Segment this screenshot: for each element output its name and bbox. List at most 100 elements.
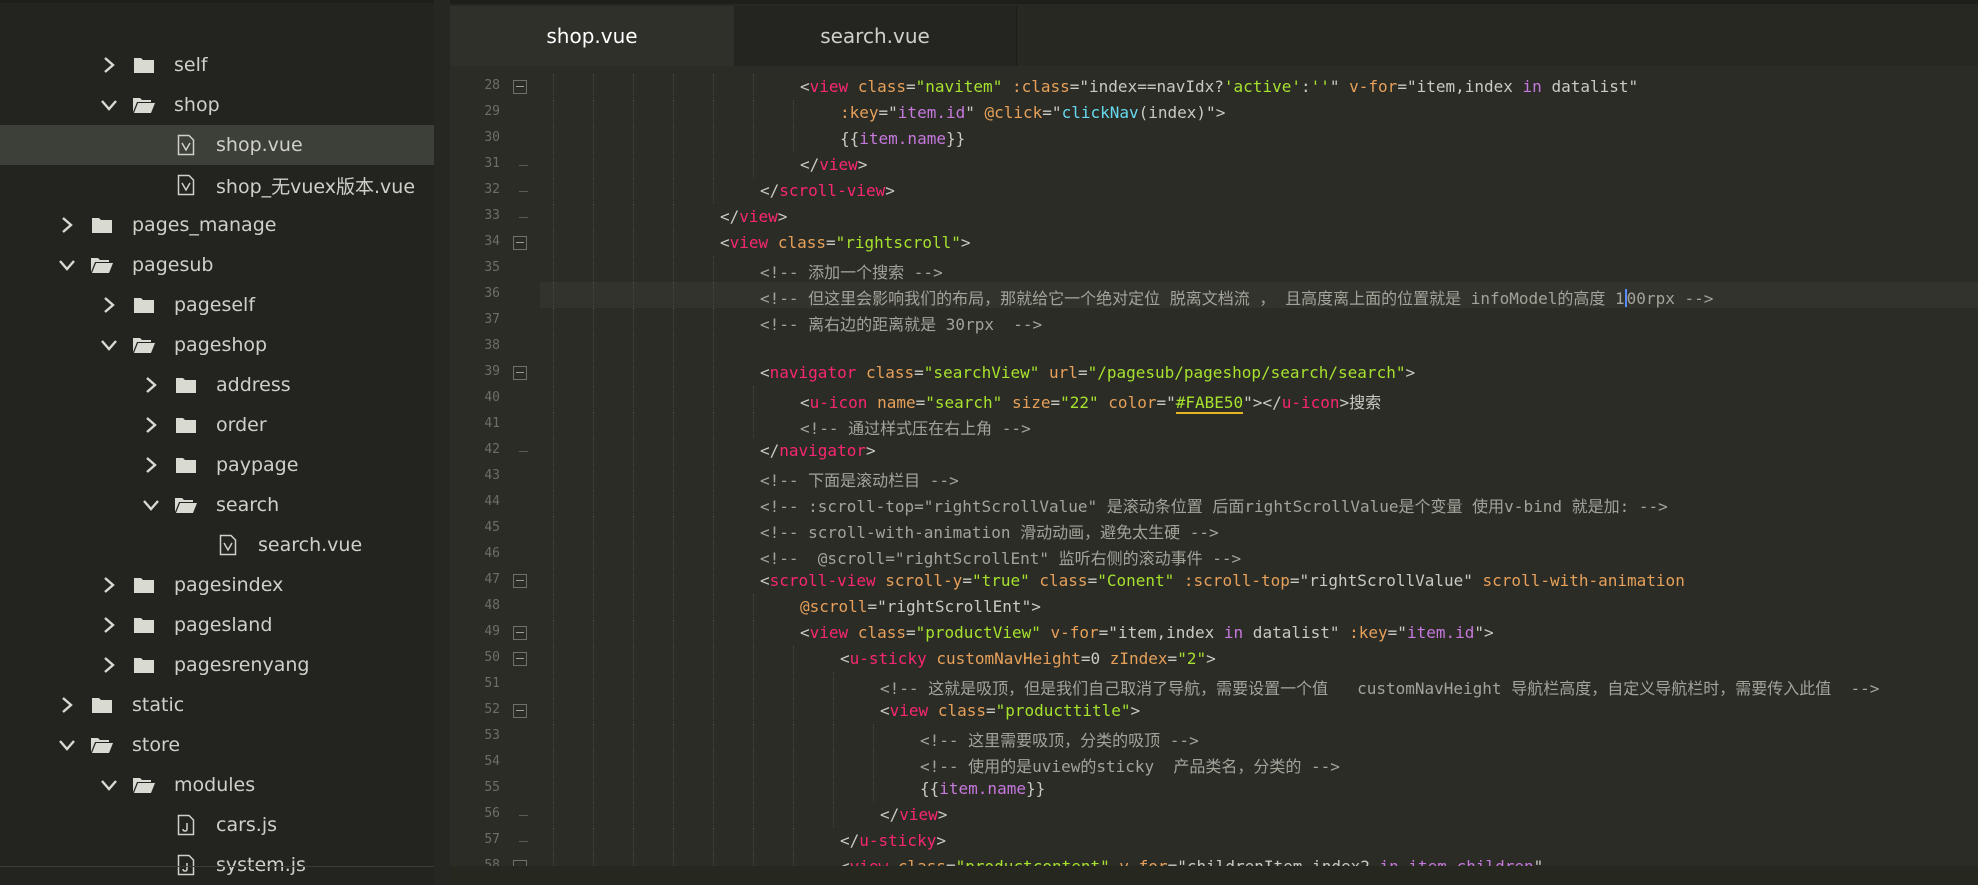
code-line[interactable]: 41 <!-- 通过样式压在右上角 -->	[450, 412, 1978, 438]
chevron-down-icon[interactable]	[140, 494, 162, 516]
code-editor: shop.vue search.vue 28 <view class="navit…	[450, 0, 1978, 885]
line-number: 42	[484, 442, 500, 457]
fold-toggle-icon[interactable]	[513, 704, 527, 718]
horizontal-scrollbar[interactable]	[450, 866, 1978, 885]
folder-item-pageshop[interactable]: pageshop	[0, 325, 450, 365]
tab-search-vue[interactable]: search.vue	[734, 6, 1017, 66]
code-line[interactable]: 37 <!-- 离右边的距离就是 30rpx -->	[450, 308, 1978, 334]
code-line[interactable]: 35 <!-- 添加一个搜索 -->	[450, 256, 1978, 282]
chevron-down-icon[interactable]	[56, 254, 78, 276]
code-token: "productView"	[915, 623, 1041, 642]
code-token: <!-- 下面是滚动栏目 -->	[760, 471, 959, 490]
code-text: <view class="navitem" :class="index==nav…	[800, 77, 1638, 96]
code-line[interactable]: 50 <u-sticky customNavHeight=0 zIndex="2"…	[450, 646, 1978, 672]
folder-item-pagesrenyang[interactable]: pagesrenyang	[0, 645, 450, 685]
sidebar-scrollbar[interactable]	[434, 0, 450, 885]
tab-shop-vue[interactable]: shop.vue	[450, 6, 734, 66]
code-line[interactable]: 46 <!-- @scroll="rightScrollEnt" 监听右侧的滚动事…	[450, 542, 1978, 568]
code-line[interactable]: 34 <view class="rightscroll">	[450, 230, 1978, 256]
code-line[interactable]: 38	[450, 334, 1978, 360]
code-token: <	[840, 649, 850, 668]
chevron-right-icon[interactable]	[56, 694, 78, 716]
folder-item-address[interactable]: address	[0, 365, 450, 405]
code-area[interactable]: 28 <view class="navitem" :class="index==n…	[450, 66, 1978, 885]
code-line[interactable]: 32 </scroll-view>	[450, 178, 1978, 204]
code-line[interactable]: 56 </view>	[450, 802, 1978, 828]
tab-label: shop.vue	[546, 24, 638, 48]
chevron-right-icon[interactable]	[98, 54, 120, 76]
chevron-right-icon[interactable]	[56, 214, 78, 236]
chevron-down-icon[interactable]	[98, 334, 120, 356]
chevron-right-icon[interactable]	[98, 614, 120, 636]
js-file-icon	[174, 854, 198, 876]
code-line[interactable]: 47 <scroll-view scroll-y="true" class="Co…	[450, 568, 1978, 594]
chevron-right-icon[interactable]	[98, 574, 120, 596]
indent-guide	[673, 750, 674, 776]
file-item-search-vue[interactable]: search.vue	[0, 525, 450, 565]
code-line[interactable]: 31 </view>	[450, 152, 1978, 178]
fold-toggle-icon[interactable]	[513, 652, 527, 666]
fold-toggle-icon[interactable]	[513, 366, 527, 380]
code-token: "producttitle"	[995, 701, 1131, 720]
folder-item-modules[interactable]: modules	[0, 765, 450, 805]
fold-toggle-icon[interactable]	[513, 626, 527, 640]
indent-guide	[793, 828, 794, 854]
code-token: class	[777, 233, 826, 252]
code-line[interactable]: 39 <navigator class="searchView" url="/pa…	[450, 360, 1978, 386]
indent-guide	[753, 620, 754, 646]
folder-icon	[90, 694, 114, 716]
folder-item-order[interactable]: order	[0, 405, 450, 445]
fold-toggle-icon[interactable]	[513, 236, 527, 250]
file-item-system-js[interactable]: system.js	[0, 845, 450, 885]
line-number: 35	[484, 260, 500, 275]
indent-guide	[713, 750, 714, 776]
code-line[interactable]: 45 <!-- scroll-with-animation 滑动动画，避免太生硬 …	[450, 516, 1978, 542]
folder-item-pagesub[interactable]: pagesub	[0, 245, 450, 285]
fold-toggle-icon[interactable]	[513, 80, 527, 94]
code-line[interactable]: 57 </u-sticky>	[450, 828, 1978, 854]
folder-item-pagesindex[interactable]: pagesindex	[0, 565, 450, 605]
code-line[interactable]: 49 <view class="productView" v-for="item,…	[450, 620, 1978, 646]
chevron-down-icon[interactable]	[56, 734, 78, 756]
folder-item-pages-manage[interactable]: pages_manage	[0, 205, 450, 245]
chevron-right-icon[interactable]	[140, 414, 162, 436]
code-token: "	[965, 103, 985, 122]
folder-item-self[interactable]: self	[0, 45, 450, 85]
chevron-right-icon[interactable]	[98, 294, 120, 316]
code-line[interactable]: 28 <view class="navitem" :class="index==n…	[450, 74, 1978, 100]
code-line[interactable]: 43 <!-- 下面是滚动栏目 -->	[450, 464, 1978, 490]
code-line[interactable]: 42 </navigator>	[450, 438, 1978, 464]
code-line[interactable]: 55 {{item.name}}	[450, 776, 1978, 802]
code-line[interactable]: 54 <!-- 使用的是uview的sticky 产品类名，分类的 -->	[450, 750, 1978, 776]
folder-item-shop[interactable]: shop	[0, 85, 450, 125]
code-line[interactable]: 48 @scroll="rightScrollEnt">	[450, 594, 1978, 620]
code-line[interactable]: 44 <!-- :scroll-top="rightScrollValue" 是滚…	[450, 490, 1978, 516]
folder-item-paypage[interactable]: paypage	[0, 445, 450, 485]
chevron-right-icon[interactable]	[140, 374, 162, 396]
code-line[interactable]: 36 <!-- 但这里会影响我们的布局，那就给它一个绝对定位 脱离文档流 ， 且高…	[450, 282, 1978, 308]
folder-item-pageself[interactable]: pageself	[0, 285, 450, 325]
folder-item-static[interactable]: static	[0, 685, 450, 725]
code-token: class	[865, 363, 915, 382]
fold-toggle-icon[interactable]	[513, 574, 527, 588]
code-line[interactable]: 51 <!-- 这就是吸顶，但是我们自己取消了导航，需要设置一个值 customN…	[450, 672, 1978, 698]
folder-item-store[interactable]: store	[0, 725, 450, 765]
chevron-down-icon[interactable]	[98, 94, 120, 116]
code-line[interactable]: 53 <!-- 这里需要吸顶，分类的吸顶 -->	[450, 724, 1978, 750]
file-item-shop-vuex-vue[interactable]: shop_无vuex版本.vue	[0, 165, 450, 205]
indent-guide	[793, 672, 794, 698]
indent-guide	[673, 464, 674, 490]
chevron-right-icon[interactable]	[98, 654, 120, 676]
folder-item-search[interactable]: search	[0, 485, 450, 525]
folder-item-pagesland[interactable]: pagesland	[0, 605, 450, 645]
file-item-shop-vue[interactable]: shop.vue	[0, 125, 450, 165]
indent-guide	[633, 282, 634, 308]
code-line[interactable]: 52 <view class="producttitle">	[450, 698, 1978, 724]
code-line[interactable]: 29:key="item.id" @click="clickNav(index)…	[450, 100, 1978, 126]
chevron-right-icon[interactable]	[140, 454, 162, 476]
chevron-down-icon[interactable]	[98, 774, 120, 796]
code-line[interactable]: 30 {{item.name}}	[450, 126, 1978, 152]
code-line[interactable]: 40 <u-icon name="search" size="22" color=…	[450, 386, 1978, 414]
code-line[interactable]: 33 </view>	[450, 204, 1978, 230]
file-item-cars-js[interactable]: cars.js	[0, 805, 450, 845]
